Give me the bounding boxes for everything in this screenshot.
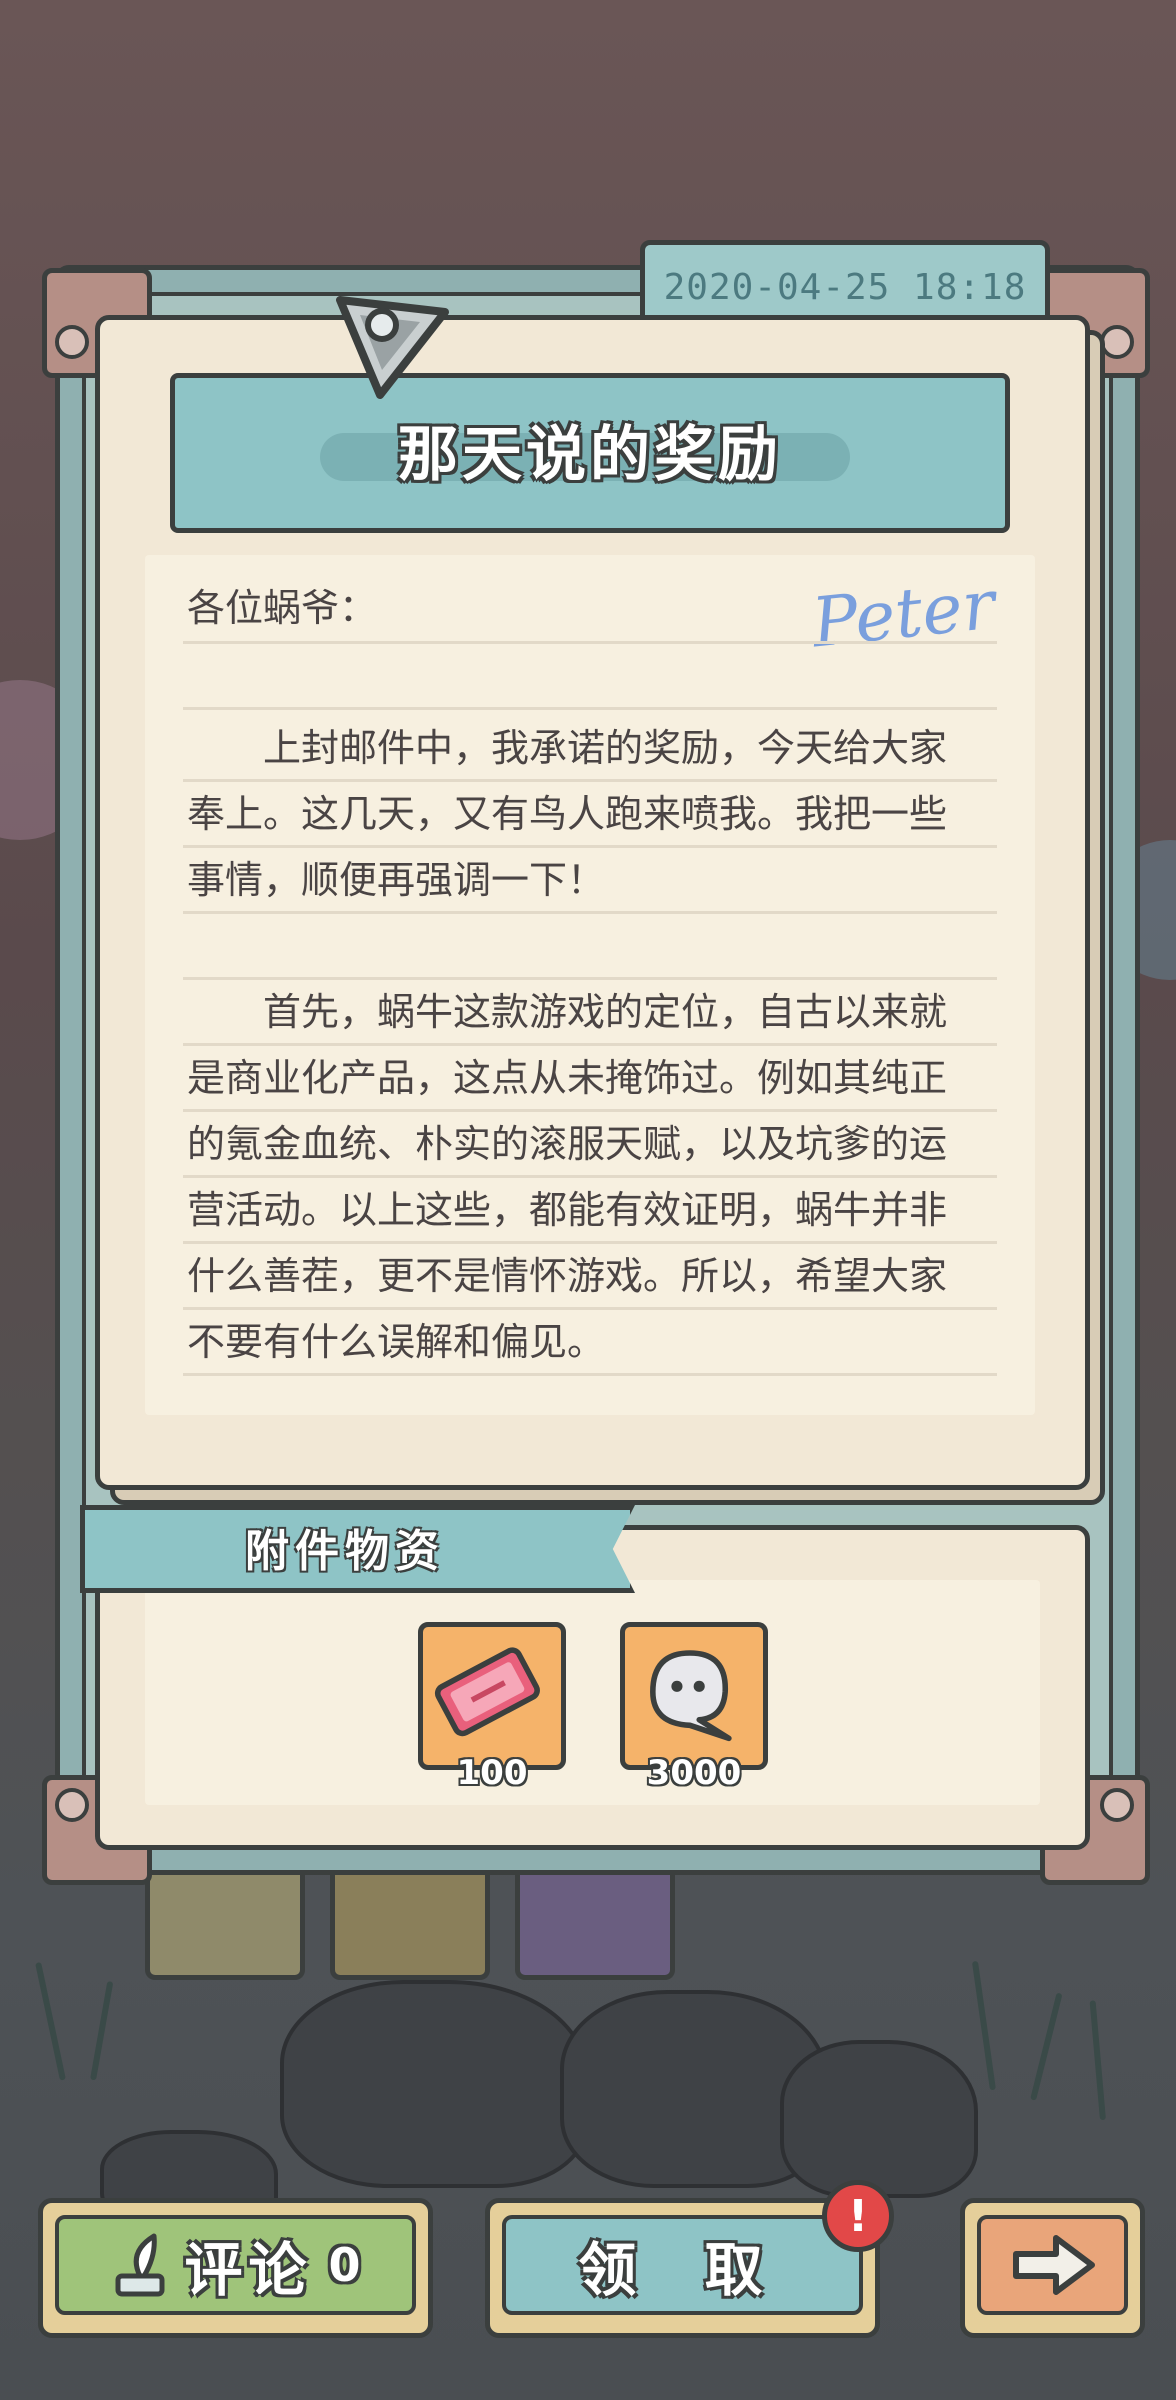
letter-line: 不要有什么误解和偏见。 xyxy=(187,1320,606,1364)
quill-pen-icon xyxy=(115,2233,165,2297)
attachments-inner xyxy=(145,1580,1040,1805)
claim-label: 领 取 xyxy=(578,2236,787,2304)
next-mail-button-face xyxy=(977,2215,1128,2315)
attachment-count: 3000 xyxy=(646,1753,742,1793)
comment-button[interactable]: 评论 0 xyxy=(38,2198,433,2338)
letter-rule xyxy=(183,641,997,644)
attachment-item[interactable]: 100 xyxy=(418,1622,566,1793)
pin-icon xyxy=(336,296,449,399)
bolt-icon xyxy=(1100,325,1134,359)
letter-line: 事情，顺便再强调一下！ xyxy=(187,858,606,902)
mail-title: 那天说的奖励 xyxy=(398,420,782,490)
under-board-tab xyxy=(145,1865,305,1980)
letter-line: 奉上。这几天，又有鸟人跑来喷我。我把一些 xyxy=(187,792,948,836)
background-rock xyxy=(280,1980,588,2188)
bolt-icon xyxy=(55,1788,89,1822)
arrow-right-icon xyxy=(1012,2235,1095,2295)
comment-button-face: 评论 0 xyxy=(55,2215,416,2315)
letter-line: 首先，蜗牛这款游戏的定位，自古以来就 xyxy=(187,990,948,1034)
claim-button-face: 领 取 xyxy=(502,2215,863,2315)
claim-alert-badge: ! xyxy=(822,2180,894,2252)
next-mail-button[interactable] xyxy=(960,2198,1145,2338)
bolt-icon xyxy=(55,325,89,359)
ghost-icon xyxy=(650,1650,732,1742)
letter-rule xyxy=(183,707,997,710)
comment-label: 评论 xyxy=(184,2236,313,2304)
letter-body: Peter 各位蜗爷： 上封邮件中，我承诺的奖励，今天给大家 奉上。这几天，又有… xyxy=(145,555,1035,1415)
letter-rule xyxy=(183,1373,997,1376)
under-board-tab xyxy=(515,1865,675,1980)
attachments-title: 附件物资 xyxy=(245,1526,445,1577)
letter-line: 的氪金血统、朴实的滚服天赋，以及坑爹的运 xyxy=(187,1122,948,1166)
letter-line: 是商业化产品，这点从未掩饰过。例如其纯正 xyxy=(187,1056,948,1100)
letter-greeting: 各位蜗爷： xyxy=(187,586,378,630)
letter-rule xyxy=(183,911,997,914)
attachment-item[interactable]: 3000 xyxy=(620,1622,768,1793)
letter-line: 什么善茬，更不是情怀游戏。所以，希望大家 xyxy=(187,1254,948,1298)
title-banner: 那天说的奖励 xyxy=(170,373,1010,533)
ticket-icon xyxy=(434,1647,540,1737)
under-board-tab xyxy=(330,1865,490,1980)
signature: Peter xyxy=(808,565,999,664)
letter-line: 营活动。以上这些，都能有效证明，蜗牛并非 xyxy=(187,1188,948,1232)
comment-count: 0 xyxy=(328,2238,361,2292)
letter-line: 上封邮件中，我承诺的奖励，今天给大家 xyxy=(187,726,948,770)
background-rock xyxy=(780,2040,978,2198)
attachment-count: 100 xyxy=(456,1753,528,1793)
bolt-icon xyxy=(1100,1788,1134,1822)
claim-button[interactable]: 领 取 xyxy=(485,2198,880,2338)
